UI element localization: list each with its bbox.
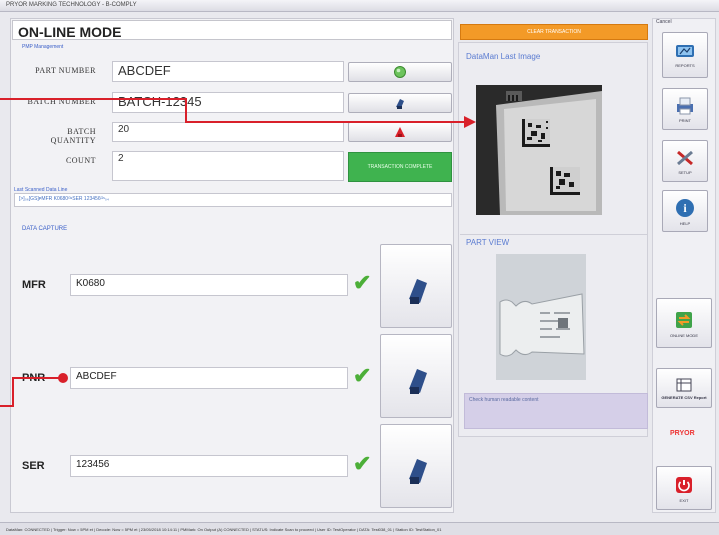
green-circle-icon xyxy=(394,66,406,78)
annotation-line-pnr-bottom xyxy=(0,405,14,407)
ser-check-icon: ✔ xyxy=(353,451,372,476)
transaction-complete-button[interactable]: TRANSACTION COMPLETE xyxy=(348,152,452,182)
generate-csv-label: GENERATE CSV Report xyxy=(661,394,707,400)
print-icon xyxy=(677,97,693,114)
count-field: 2 xyxy=(112,151,344,181)
part-number-field[interactable]: ABCDEF xyxy=(112,61,344,82)
scanned-data-log: [>]₀₆[GS]ᴘMFR K0680ᴳˢSER 123456ᴳˢ₀₄ xyxy=(14,193,452,207)
mfr-label: MFR xyxy=(22,279,46,291)
last-image-title: DataMan Last Image xyxy=(466,52,541,61)
print-label: PRINT xyxy=(679,117,691,123)
red-alert-icon xyxy=(395,127,405,137)
pnr-scan-button[interactable] xyxy=(380,334,452,418)
pryor-logo: PRYOR xyxy=(670,430,695,437)
annotation-arrowhead-icon xyxy=(464,116,476,128)
annotation-line-arrow xyxy=(185,121,467,123)
panel-divider xyxy=(460,234,648,235)
annotation-line-vertical xyxy=(185,98,187,123)
batch-quantity-label: BATCH QUANTITY xyxy=(50,127,96,145)
mfr-check-icon: ✔ xyxy=(353,270,372,295)
part-view-title: PART VIEW xyxy=(466,238,510,247)
status-bar: DataMan: CONNECTED | Trigger: Now = 5PM … xyxy=(0,522,719,535)
batch-number-field[interactable]: BATCH-12345 xyxy=(112,92,344,113)
pmp-section-label: PMP Management xyxy=(22,44,64,50)
annotation-line-pnr-vertical xyxy=(12,377,14,407)
check-note: Check human readable content xyxy=(464,393,648,429)
scanner-icon xyxy=(409,369,427,394)
mfr-input[interactable]: K0680 xyxy=(70,274,348,296)
scanner-icon xyxy=(396,99,404,109)
check-note-text: Check human readable content xyxy=(469,397,539,403)
data-capture-label: DATA CAPTURE xyxy=(22,226,68,232)
ser-scan-button[interactable] xyxy=(380,424,452,508)
exit-button[interactable]: EXIT xyxy=(656,466,712,510)
datamatrix-image-icon xyxy=(476,85,602,215)
reports-label: REPORTS xyxy=(675,62,695,68)
part-number-label: PART NUMBER xyxy=(35,66,96,75)
part-view-image xyxy=(496,254,586,380)
reports-button[interactable]: REPORTS xyxy=(662,32,708,78)
reports-icon xyxy=(676,44,694,57)
mode-title: ON-LINE MODE xyxy=(12,20,452,40)
scanner-icon xyxy=(409,279,427,304)
csv-icon xyxy=(676,378,692,391)
annotation-line-pnr xyxy=(12,377,60,379)
part-number-ok-button[interactable] xyxy=(348,62,452,82)
exit-icon xyxy=(676,476,692,493)
setup-button[interactable]: SETUP xyxy=(662,140,708,182)
help-icon: i xyxy=(676,198,694,217)
dataman-last-image xyxy=(476,85,602,215)
batch-number-scan-button[interactable] xyxy=(348,93,452,113)
count-label: COUNT xyxy=(65,156,96,165)
setup-label: SETUP xyxy=(678,169,692,175)
online-mode-button[interactable]: ONLINE MODE xyxy=(656,298,712,348)
batch-quantity-field[interactable]: 20 xyxy=(112,122,344,142)
annotation-line-top xyxy=(0,98,186,100)
ser-label: SER xyxy=(22,460,45,472)
mfr-scan-button[interactable] xyxy=(380,244,452,328)
online-mode-label: ONLINE MODE xyxy=(669,332,698,338)
pnr-check-icon: ✔ xyxy=(353,363,372,388)
scanner-icon xyxy=(409,459,427,484)
help-label: HELP xyxy=(679,220,691,226)
pnr-input[interactable]: ABCDEF xyxy=(70,367,348,389)
setup-icon xyxy=(677,150,693,165)
exit-label: EXIT xyxy=(679,497,689,503)
batch-quantity-alert-button[interactable] xyxy=(348,122,452,142)
ser-input[interactable]: 123456 xyxy=(70,455,348,477)
clear-transaction-button[interactable]: CLEAR TRANSACTION xyxy=(460,24,648,40)
print-button[interactable]: PRINT xyxy=(662,88,708,130)
online-mode-icon xyxy=(676,311,692,328)
generate-csv-button[interactable]: GENERATE CSV Report xyxy=(656,368,712,408)
help-button[interactable]: i HELP xyxy=(662,190,708,232)
window-titlebar: PRYOR MARKING TECHNOLOGY - B-COMPLY xyxy=(0,0,719,12)
part-photo-icon xyxy=(496,254,586,380)
sidebar-title: Cancel xyxy=(656,19,672,25)
